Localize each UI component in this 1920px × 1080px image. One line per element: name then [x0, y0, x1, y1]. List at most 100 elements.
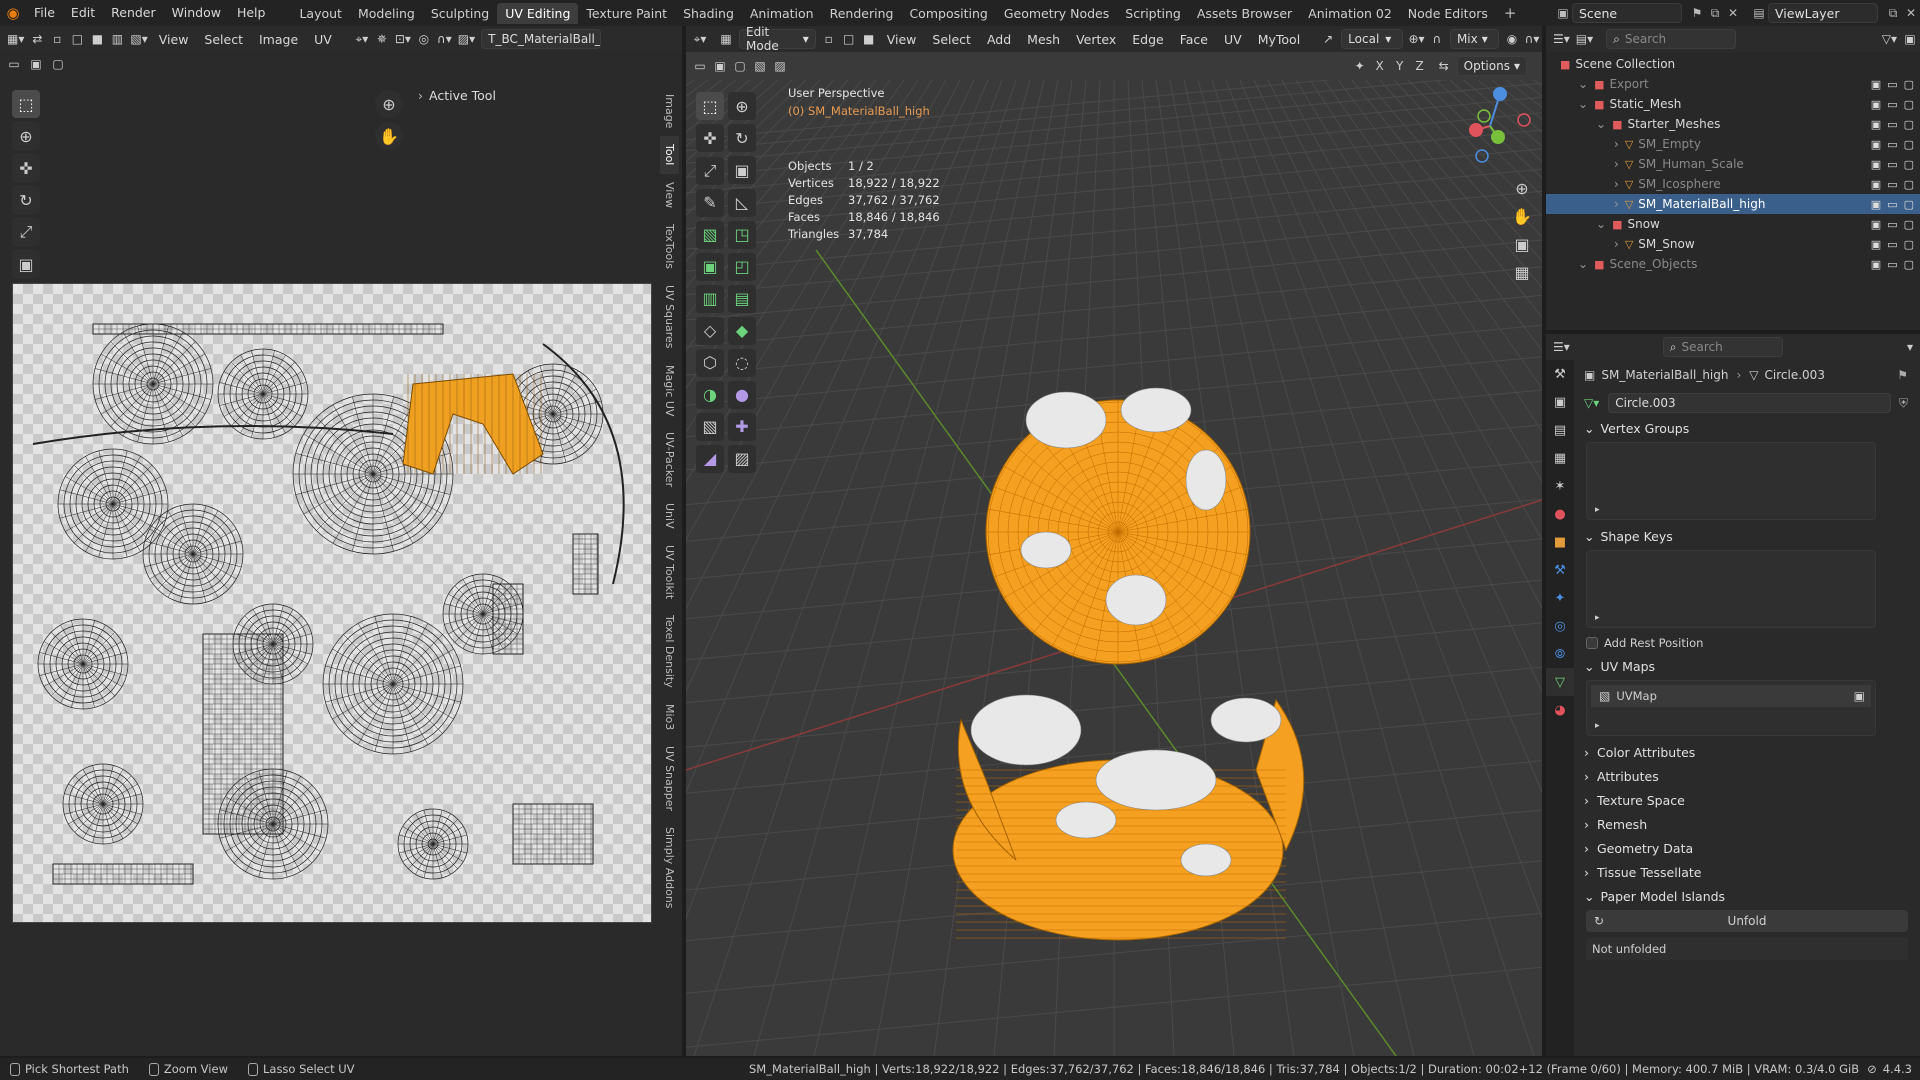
scale-tool-icon[interactable]: ⤢	[12, 218, 40, 246]
viewport-visibility-icon[interactable]: ▭	[1887, 178, 1897, 191]
close-layer-icon[interactable]: ✕	[1902, 4, 1920, 22]
active-tool-panel[interactable]: › Active Tool	[418, 82, 653, 108]
mirror-icon[interactable]: ✦	[1350, 56, 1370, 76]
paper-model-panel-header[interactable]: ⌄ Paper Model Islands	[1578, 884, 1916, 908]
workspace-tab-shading[interactable]: Shading	[675, 3, 742, 24]
vp-pan-icon[interactable]: ✋	[1508, 202, 1536, 230]
select-extend-icon[interactable]: ▣	[710, 56, 730, 76]
vp-select-tool-icon[interactable]: ⬚	[696, 92, 724, 120]
filter-icon[interactable]: ▽▾	[1879, 29, 1900, 49]
snap-magnet-icon[interactable]: ∩	[1427, 29, 1447, 49]
auto-merge-icon[interactable]: ⇆	[1434, 56, 1454, 76]
outliner-type-icon[interactable]: ☰▾	[1550, 29, 1573, 49]
constraints-tab-icon[interactable]: ⦾	[1546, 640, 1574, 668]
outliner-search[interactable]: ⌕ Search	[1606, 29, 1737, 49]
loop-cut-tool-icon[interactable]: ▥	[696, 284, 724, 313]
extrude-region-tool-icon[interactable]: ◳	[728, 220, 756, 249]
face-select-icon[interactable]: ■	[87, 29, 107, 49]
select-new-icon[interactable]: ▭	[690, 56, 710, 76]
rotate-mesh-tool-icon[interactable]: ▨	[728, 444, 756, 473]
expand-icon[interactable]: ▸	[1595, 613, 1600, 623]
add-rest-position-row[interactable]: Add Rest Position	[1578, 632, 1916, 654]
workspace-tab-node-editors[interactable]: Node Editors	[1400, 3, 1496, 24]
shear-tool-icon[interactable]: ▧	[696, 412, 724, 441]
panel-geometry-data[interactable]: › Geometry Data	[1578, 836, 1916, 860]
poly-build-tool-icon[interactable]: ◇	[696, 316, 724, 345]
zoom-icon[interactable]: ⊕	[375, 90, 403, 118]
viewport-visibility-icon[interactable]: ▭	[1887, 238, 1897, 251]
checkbox-icon[interactable]: ▣	[1871, 118, 1881, 131]
uv-side-tab-univ[interactable]: UniV	[660, 495, 679, 537]
render-visibility-icon[interactable]: ▢	[1904, 118, 1914, 131]
knife-tool-icon[interactable]: ▤	[728, 284, 756, 313]
uv-side-tab-uv-toolkit[interactable]: UV Toolkit	[660, 537, 679, 607]
mode-new-icon[interactable]: ▭	[4, 54, 24, 74]
spin-tool-icon[interactable]: ◆	[728, 316, 756, 345]
vp-camera-icon[interactable]: ▣	[1508, 230, 1536, 258]
workspace-tab-animation-02[interactable]: Animation 02	[1300, 3, 1400, 24]
new-collection-icon[interactable]: ▣	[1900, 29, 1920, 49]
bevel-tool-icon[interactable]: ◰	[728, 252, 756, 281]
menu-render[interactable]: Render	[103, 0, 164, 26]
viewport-editor-type-icon[interactable]: ⌖▾	[690, 29, 710, 49]
vp-menu-vertex[interactable]: Vertex	[1068, 32, 1124, 47]
vp-menu-face[interactable]: Face	[1172, 32, 1216, 47]
add-cube-tool-icon[interactable]: ▧	[696, 220, 724, 249]
vp-scale-tool-icon[interactable]: ⤢	[696, 156, 724, 185]
select-intersect-icon[interactable]: ▨	[770, 56, 790, 76]
checkbox-icon[interactable]: ▣	[1871, 78, 1881, 91]
outliner-row[interactable]: ■ Scene Collection	[1546, 54, 1920, 74]
tool-tab-icon[interactable]: ⚒	[1546, 360, 1574, 388]
sync-selection-icon[interactable]: ⇄	[27, 29, 47, 49]
panel-remesh[interactable]: › Remesh	[1578, 812, 1916, 836]
vp-menu-edge[interactable]: Edge	[1124, 32, 1171, 47]
image-browse-icon[interactable]: ▨▾	[455, 29, 478, 49]
pivot-icon[interactable]: ⌖▾	[352, 29, 372, 49]
image-name-field[interactable]: T_BC_MaterialBall_Pai	[481, 29, 602, 49]
uv-side-tab-image[interactable]: Image	[660, 86, 679, 136]
workspace-tab-scripting[interactable]: Scripting	[1117, 3, 1189, 24]
pan-hand-icon[interactable]: ✋	[375, 122, 403, 150]
vp-transform-tool-icon[interactable]: ▣	[728, 156, 756, 184]
blender-logo-icon[interactable]: ◉	[0, 0, 26, 26]
edge-slide-tool-icon[interactable]: ◢	[696, 444, 724, 473]
modifier-tab-icon[interactable]: ⚒	[1546, 556, 1574, 584]
viewport-visibility-icon[interactable]: ▭	[1887, 218, 1897, 231]
to-sphere-tool-icon[interactable]: ●	[728, 380, 756, 409]
checkbox-icon[interactable]: ▣	[1871, 138, 1881, 151]
edge-select-icon[interactable]: □	[67, 29, 87, 49]
panel-color-attributes[interactable]: › Color Attributes	[1578, 740, 1916, 764]
vertex-select-icon[interactable]: ▫	[47, 29, 67, 49]
workspace-tab-rendering[interactable]: Rendering	[822, 3, 902, 24]
viewport-visibility-icon[interactable]: ▭	[1887, 78, 1897, 91]
panel-texture-space[interactable]: › Texture Space	[1578, 788, 1916, 812]
expand-icon[interactable]: ▸	[1595, 721, 1600, 731]
rip-region-tool-icon[interactable]: ✚	[728, 412, 756, 441]
render-visibility-icon[interactable]: ▢	[1904, 98, 1914, 111]
render-visibility-icon[interactable]: ▢	[1904, 138, 1914, 151]
snap-icon[interactable]: ✵	[372, 29, 392, 49]
render-visibility-icon[interactable]: ▢	[1904, 78, 1914, 91]
sticky-select-icon[interactable]: ▧▾	[127, 29, 150, 49]
properties-search[interactable]: ⌕ Search	[1662, 337, 1783, 357]
checkbox-icon[interactable]: ▣	[1871, 238, 1881, 251]
vp-move-tool-icon[interactable]: ✜	[696, 124, 724, 152]
particles-tab-icon[interactable]: ✦	[1546, 584, 1574, 612]
orientation-icon[interactable]: ↗	[1318, 29, 1338, 49]
chevron-down-icon[interactable]: ⌄	[1596, 117, 1606, 131]
circle-tool-icon[interactable]: ◌	[728, 348, 756, 377]
proportional-edit-icon[interactable]: ◉	[1502, 29, 1522, 49]
vp-zoom-icon[interactable]: ⊕	[1508, 174, 1536, 202]
checkbox-icon[interactable]: ▣	[1871, 98, 1881, 111]
view-layer-tab-icon[interactable]: ▦	[1546, 444, 1574, 472]
workspace-tab-animation[interactable]: Animation	[742, 3, 822, 24]
options-dropdown[interactable]: Options ▾	[1456, 56, 1527, 76]
transform-tool-icon[interactable]: ▣	[12, 250, 40, 278]
unfold-button[interactable]: ↻ Unfold	[1586, 910, 1908, 932]
uv-menu-select[interactable]: Select	[196, 32, 251, 47]
scene-tab-icon[interactable]: ✶	[1546, 472, 1574, 500]
viewport-visibility-icon[interactable]: ▭	[1887, 118, 1897, 131]
axis-y-toggle[interactable]: Y	[1390, 56, 1410, 76]
vp-ortho-grid-icon[interactable]: ▦	[1508, 258, 1536, 286]
uv-maps-panel-header[interactable]: ⌄ UV Maps	[1578, 654, 1916, 678]
